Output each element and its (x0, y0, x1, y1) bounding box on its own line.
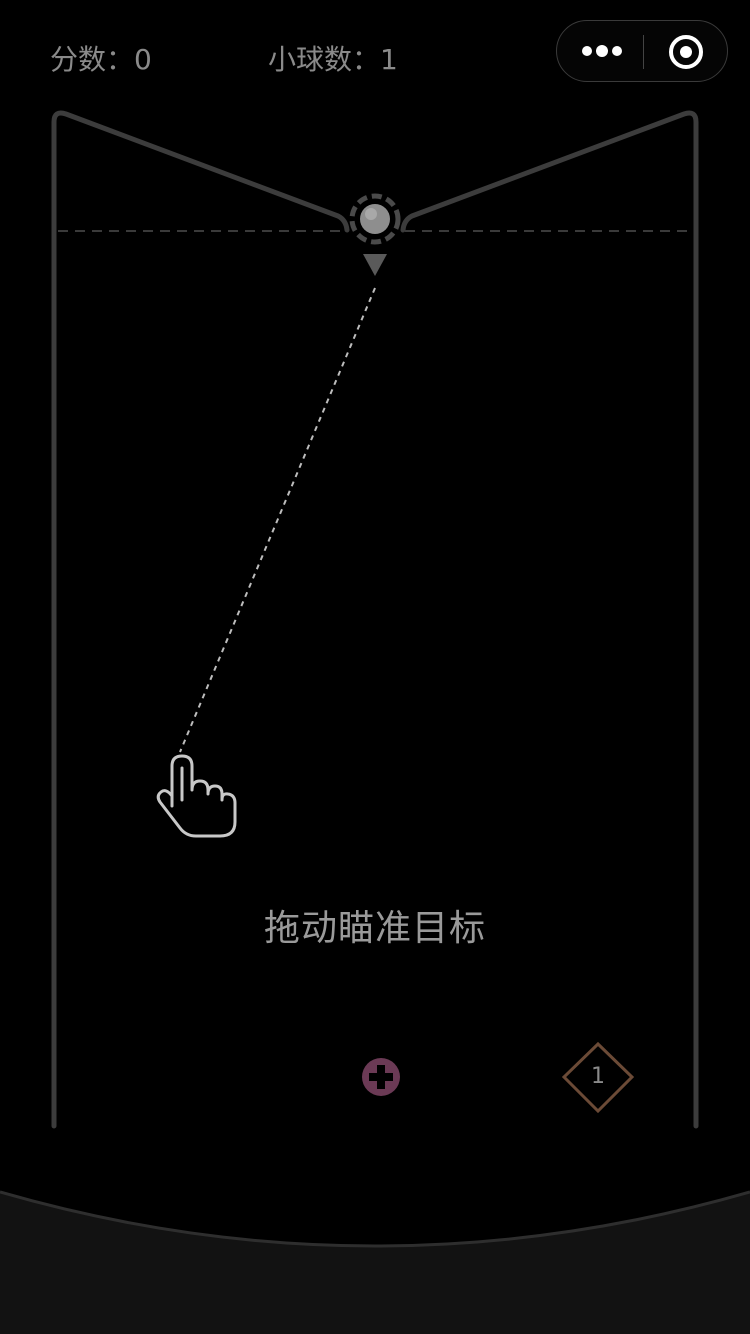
plus-circle-icon (362, 1058, 400, 1096)
hand-pointer-icon (156, 754, 237, 838)
launcher-ball-icon (349, 193, 401, 245)
down-triangle-icon (363, 254, 387, 276)
container-right-wall (400, 110, 699, 1129)
bottom-arc-area (0, 1192, 750, 1334)
block-number: 1 (591, 1064, 605, 1089)
aim-line (179, 287, 376, 753)
aim-hint-text: 拖动瞄准目标 (263, 908, 486, 949)
container-left-wall (51, 110, 350, 1129)
game-board[interactable] (0, 0, 750, 1334)
